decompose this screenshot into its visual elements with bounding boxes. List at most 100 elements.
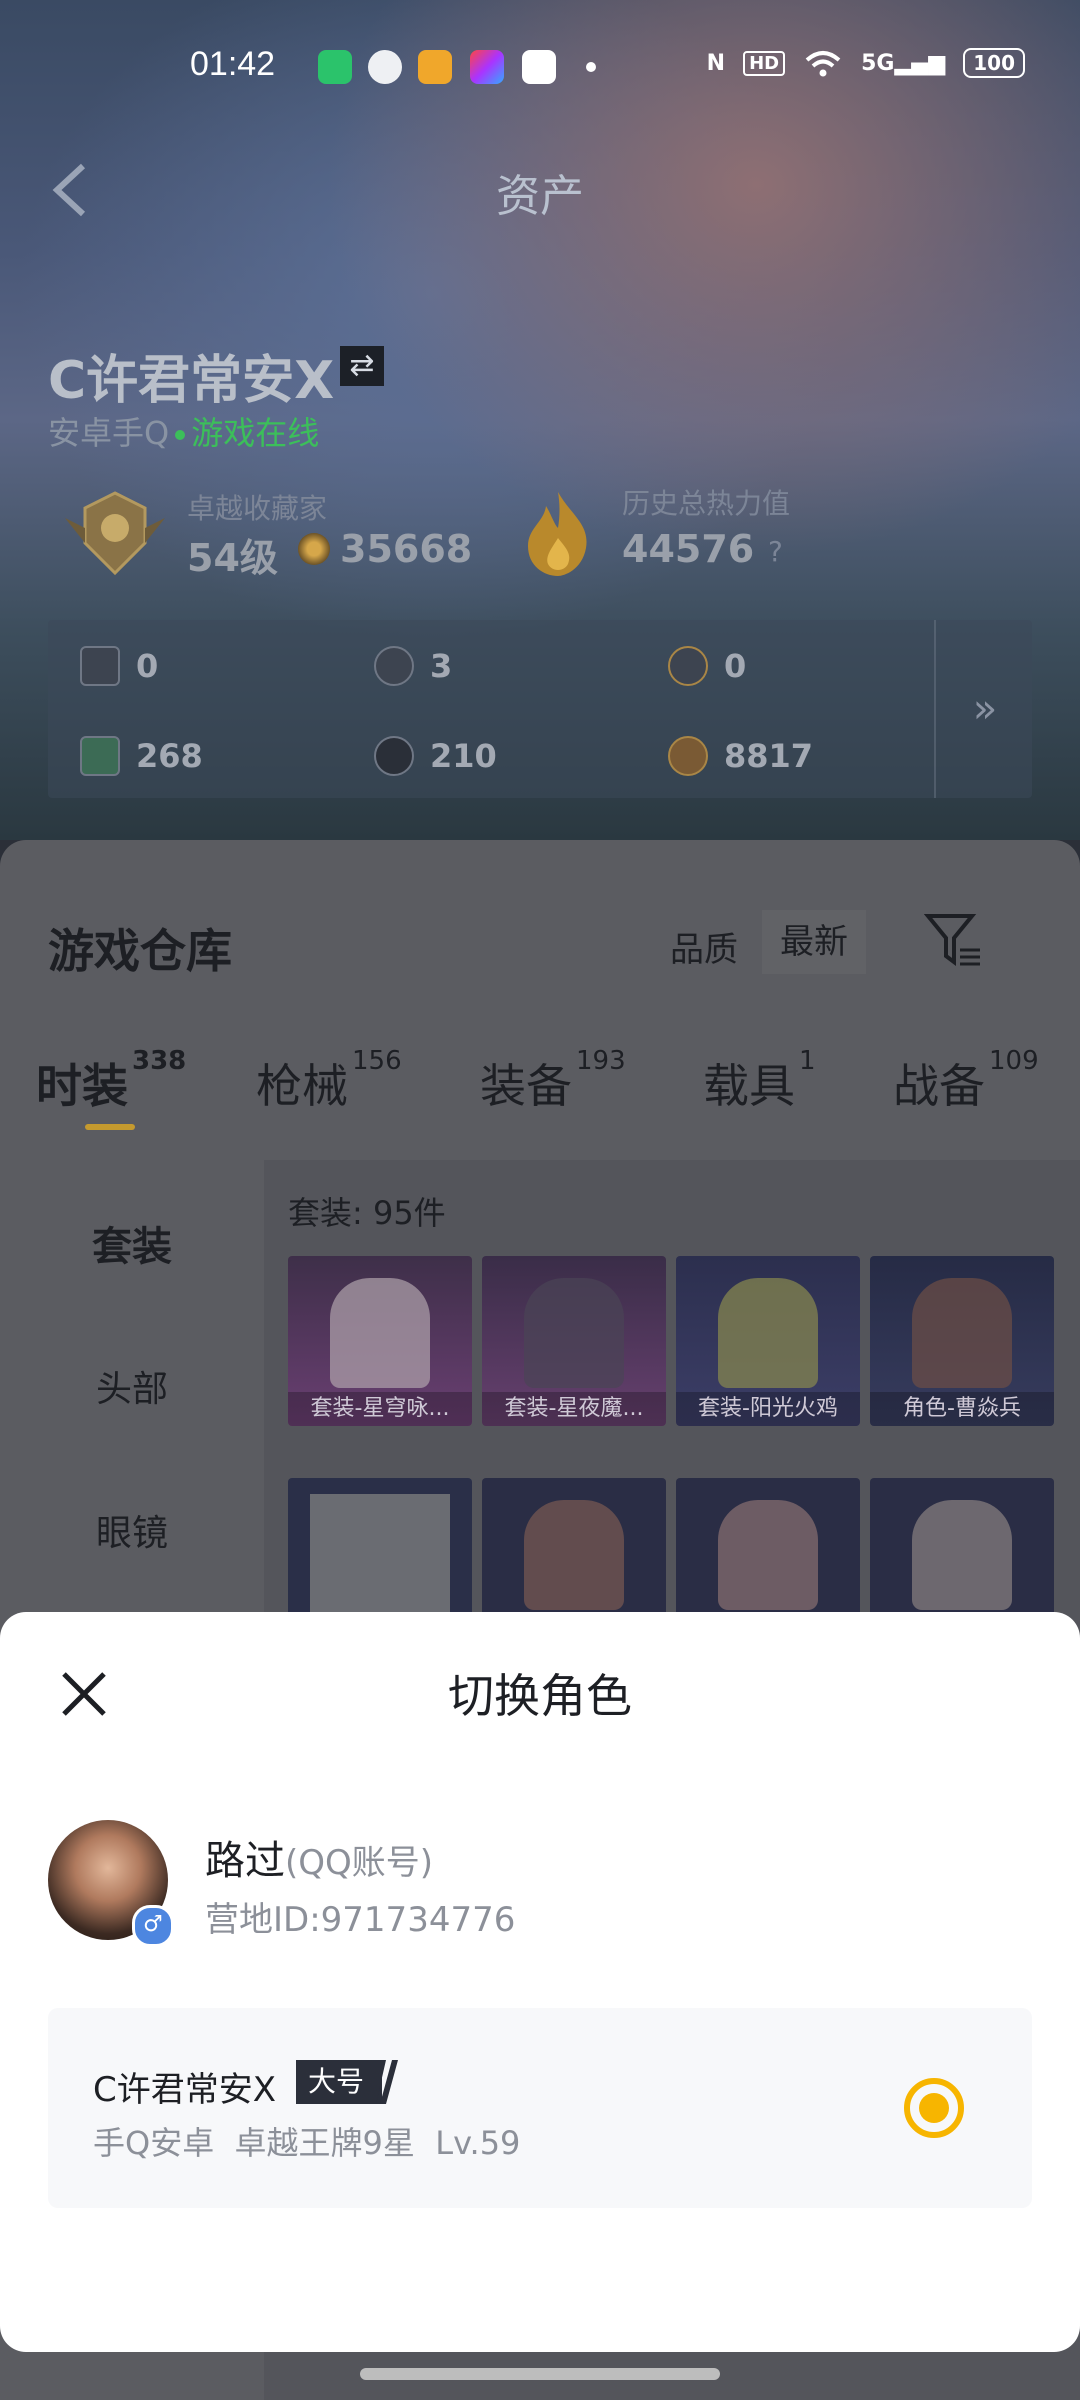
orb-icon	[374, 736, 414, 776]
coin-icon	[298, 533, 330, 565]
sidebar-item-glasses[interactable]: 眼镜	[0, 1504, 264, 1556]
battery-icon: 100	[963, 48, 1025, 78]
tab-label: 枪械	[256, 1059, 348, 1113]
coin-icon	[668, 736, 708, 776]
badge-slash-icon	[372, 2060, 398, 2104]
tab-label: 时装	[36, 1059, 128, 1113]
active-tab-indicator	[85, 1124, 135, 1130]
online-dot-icon	[175, 430, 186, 440]
filter-icon[interactable]	[924, 910, 984, 970]
help-icon[interactable]: ?	[768, 535, 783, 568]
app-icon-4	[470, 50, 504, 84]
item-card[interactable]: 套装-星夜魔...	[482, 1256, 666, 1426]
account-type: (QQ账号)	[285, 1843, 434, 1883]
item-label: 套装-阳光火鸡	[676, 1392, 860, 1426]
sidebar-item-head[interactable]: 头部	[0, 1360, 264, 1412]
resource-value: 8817	[724, 737, 814, 775]
rank-title: 卓越收藏家	[187, 492, 328, 525]
resource-item: 8817	[668, 736, 813, 776]
tab-count: 193	[576, 1046, 626, 1076]
status-time: 01:42	[190, 45, 276, 83]
role-info: 手Q安卓 卓越王牌9星 Lv.59	[93, 2124, 521, 2162]
resource-panel: 0 3 0 268 210 8817 »	[48, 620, 1032, 798]
item-image	[524, 1500, 624, 1610]
item-label: 角色-曹焱兵	[870, 1392, 1054, 1426]
battery-app-icon	[318, 50, 352, 84]
fire-icon	[528, 492, 587, 576]
tab-count: 338	[132, 1046, 187, 1076]
signal-icon: 5G▂▄▆	[861, 50, 946, 76]
resource-item: 3	[374, 646, 452, 686]
item-card[interactable]: 套装-阳光火鸡	[676, 1256, 860, 1426]
resource-value: 0	[136, 647, 159, 685]
male-icon: ♂	[132, 1905, 174, 1947]
item-card[interactable]: 角色-曹焱兵	[870, 1256, 1054, 1426]
resource-value: 210	[430, 737, 497, 775]
sidebar-item-suits[interactable]: 套装	[0, 1214, 264, 1272]
profile-name: C许君常安X	[48, 351, 335, 411]
tab-supplies[interactable]: 战备 109	[893, 1046, 1039, 1116]
role-name: C许君常安X	[93, 2070, 277, 2110]
item-image	[912, 1278, 1012, 1388]
home-indicator[interactable]	[360, 2368, 720, 2380]
dialog-title: 切换角色	[448, 1669, 632, 1723]
resource-item: 0	[668, 646, 746, 686]
item-image	[718, 1278, 818, 1388]
tab-count: 1	[799, 1046, 816, 1076]
tab-label: 载具	[703, 1059, 795, 1113]
resource-value: 0	[724, 647, 747, 685]
token-icon	[374, 646, 414, 686]
item-label: 套装-星穹咏...	[288, 1392, 472, 1426]
rank-badge-icon	[65, 491, 165, 576]
radio-dot	[919, 2093, 949, 2123]
sort-quality[interactable]: 品质	[670, 922, 738, 971]
profile-platform: 安卓手Q 游戏在线	[48, 408, 319, 454]
app-icon-3	[418, 50, 452, 84]
tab-equipment[interactable]: 装备 193	[480, 1046, 626, 1116]
tab-count: 156	[352, 1046, 402, 1076]
tab-label: 装备	[480, 1059, 572, 1113]
app-icon-5	[522, 50, 556, 84]
heat-title: 历史总热力值	[622, 487, 791, 520]
page-title: 资产	[496, 171, 584, 222]
resource-item: 268	[80, 736, 203, 776]
item-card[interactable]: 套装-星穹咏...	[288, 1256, 472, 1426]
item-count: 套装: 95件	[288, 1194, 446, 1232]
network-type: 5G	[861, 50, 895, 76]
item-image	[718, 1500, 818, 1610]
placeholder-image-icon	[310, 1494, 450, 1614]
expand-resources-icon[interactable]: »	[934, 620, 1034, 798]
platform-text: 安卓手Q	[48, 414, 170, 452]
role-selected-radio[interactable]	[904, 2078, 964, 2138]
tab-guns[interactable]: 枪械 156	[256, 1046, 402, 1116]
item-image	[524, 1278, 624, 1388]
tab-count: 109	[989, 1046, 1039, 1076]
hd-icon: HD	[743, 50, 786, 76]
resource-item: 210	[374, 736, 497, 776]
medal-icon	[668, 646, 708, 686]
camp-id: 营地ID:971734776	[205, 1900, 516, 1940]
tab-fashion[interactable]: 时装 338	[36, 1046, 186, 1116]
category-tabs: 时装 338 枪械 156 装备 193 载具 1 战备 109	[0, 1046, 1080, 1140]
resource-item: 0	[80, 646, 158, 686]
item-image	[912, 1500, 1012, 1610]
tab-label: 战备	[893, 1059, 985, 1113]
switch-role-icon[interactable]: ⇄	[340, 346, 384, 386]
resource-value: 268	[136, 737, 203, 775]
nfc-icon: N	[706, 50, 726, 76]
sort-latest[interactable]: 最新	[762, 910, 866, 974]
coin-value: 35668	[340, 527, 473, 571]
online-status: 游戏在线	[191, 414, 320, 452]
resource-value: 3	[430, 647, 453, 685]
app-icon-2	[368, 50, 402, 84]
ticket-icon	[80, 736, 120, 776]
more-notifications-icon	[586, 62, 596, 72]
account-name: 路过(QQ账号)	[205, 1828, 433, 1886]
tab-vehicles[interactable]: 载具 1	[703, 1046, 816, 1116]
warehouse-title: 游戏仓库	[48, 924, 232, 978]
heat-value: 44576	[622, 527, 755, 571]
item-label: 套装-星夜魔...	[482, 1392, 666, 1426]
account-name-text: 路过	[205, 1838, 285, 1884]
wifi-icon	[805, 51, 841, 77]
card-icon	[80, 646, 120, 686]
